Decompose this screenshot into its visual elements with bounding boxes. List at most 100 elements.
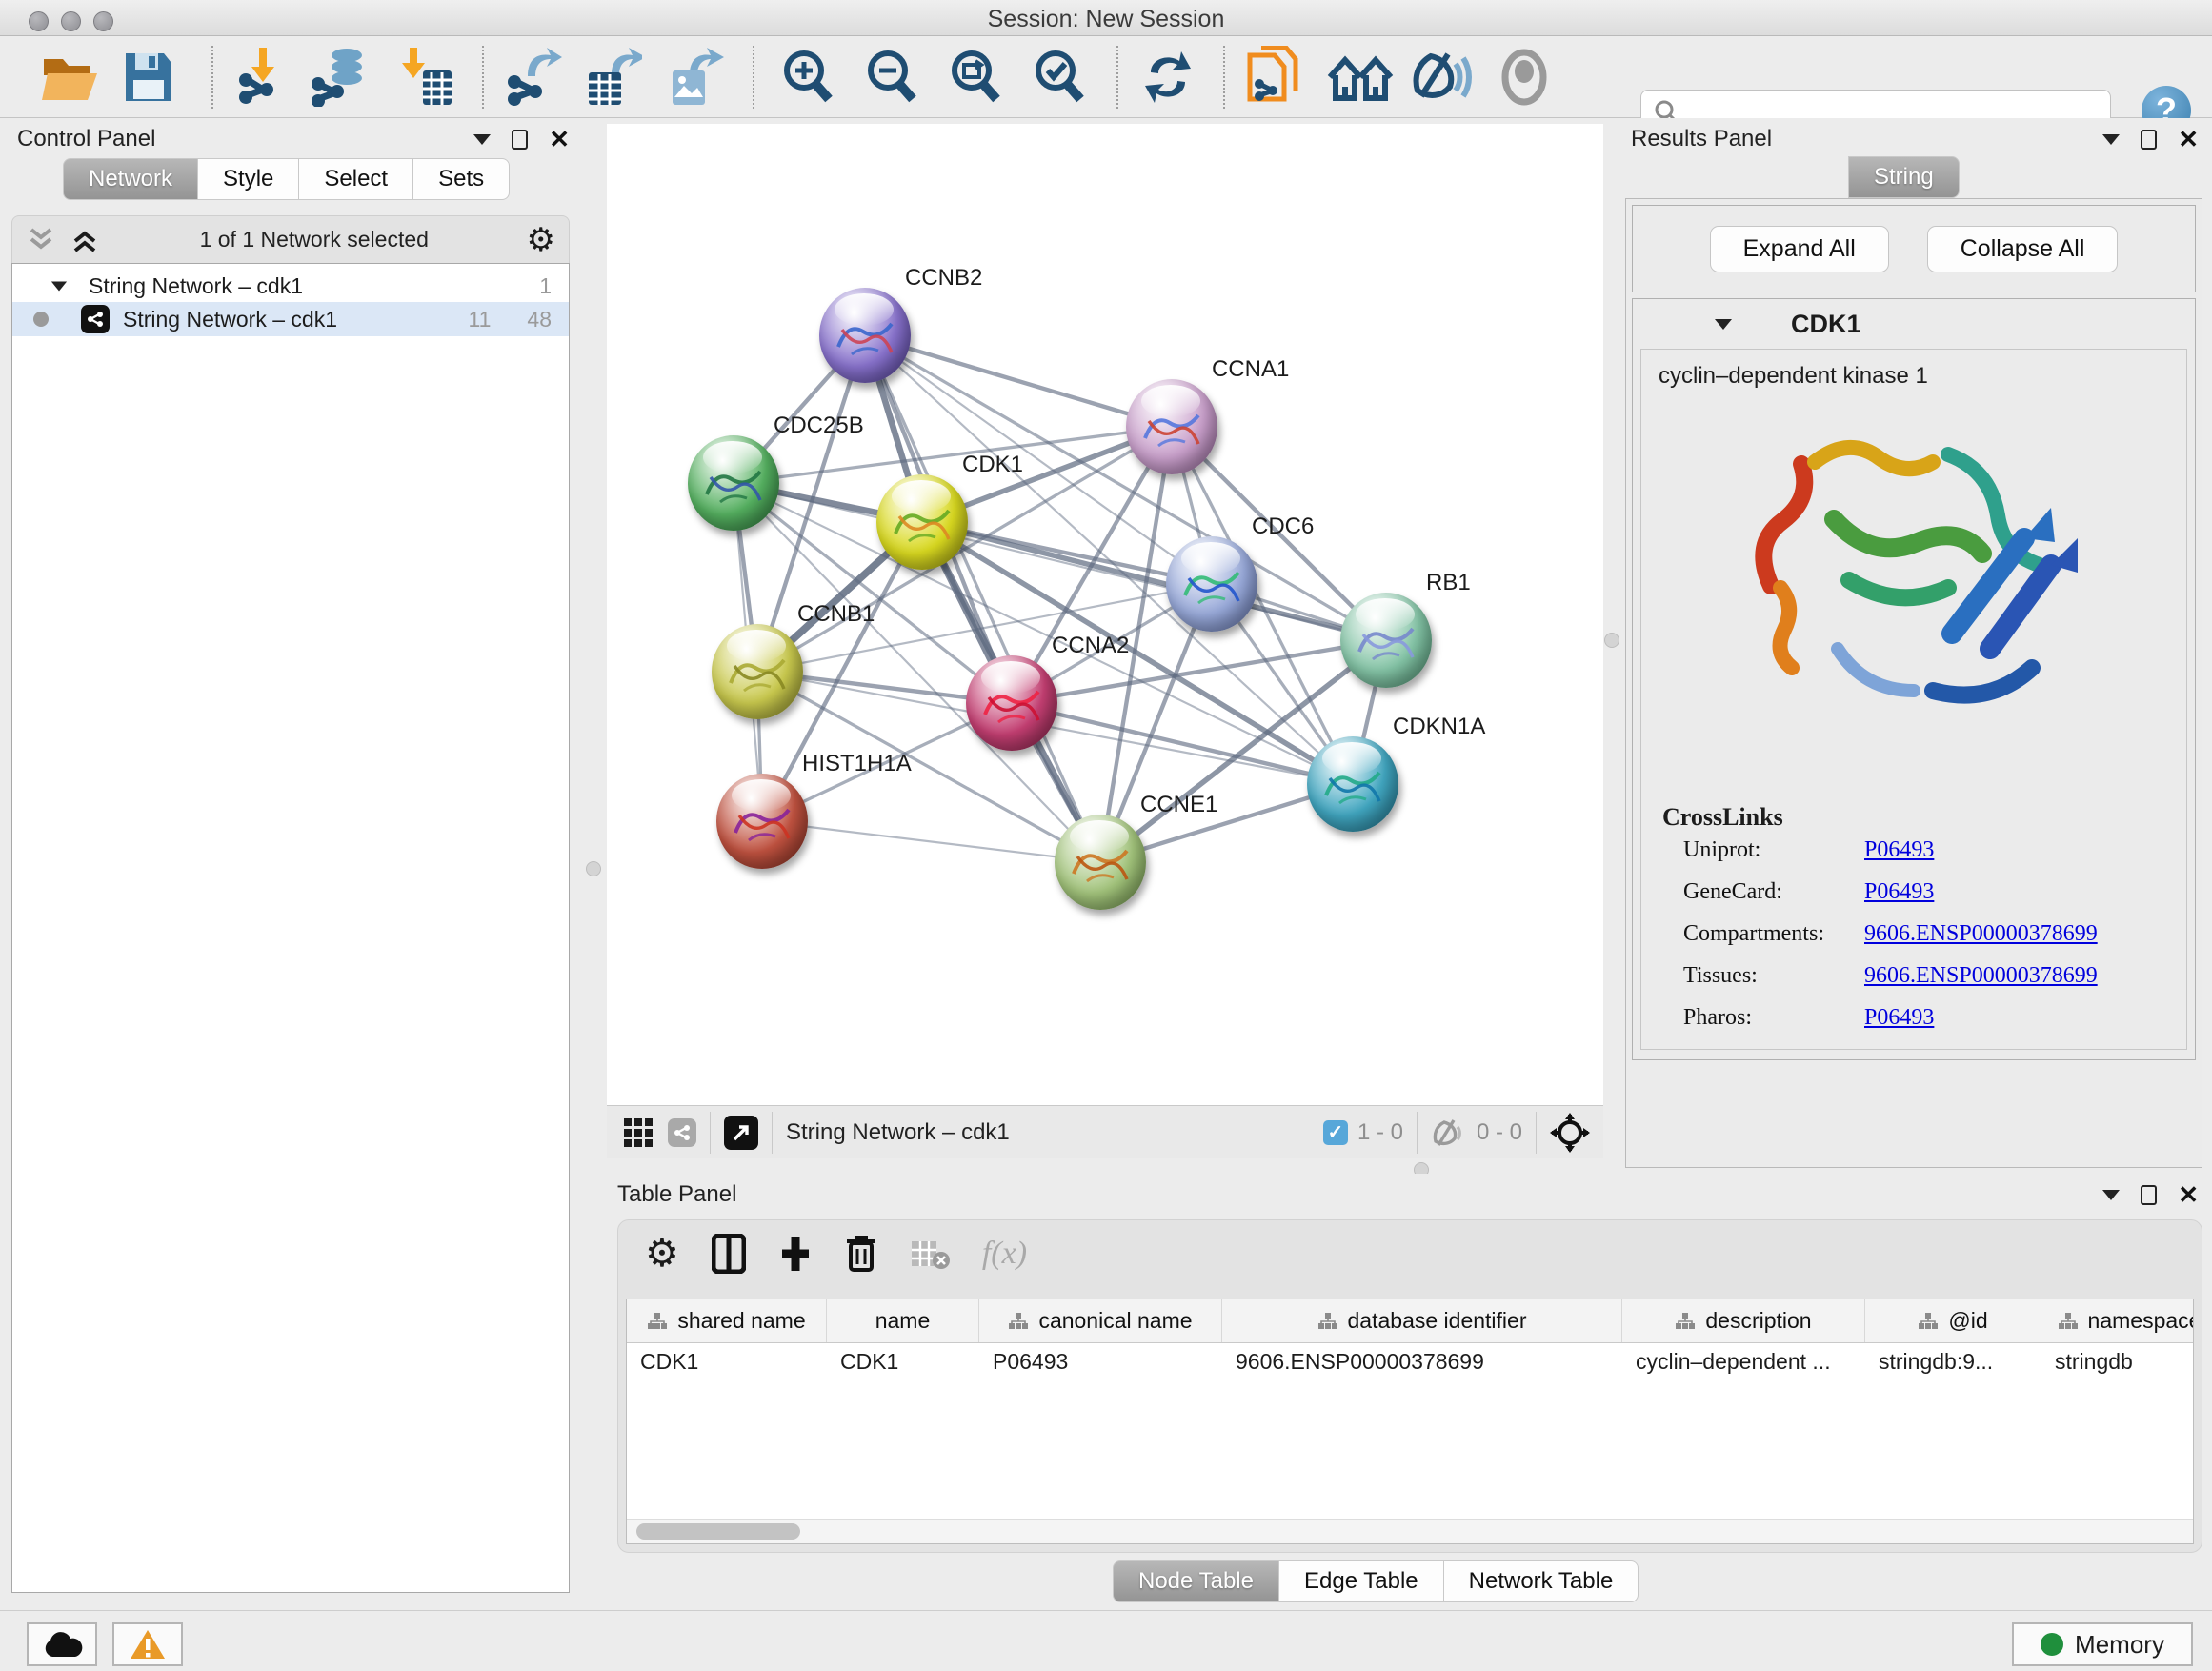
network-edge[interactable]	[865, 335, 1172, 427]
selected-checkbox-icon[interactable]: ✓	[1323, 1120, 1348, 1145]
network-node-cdc6[interactable]	[1166, 536, 1257, 632]
tab-select[interactable]: Select	[299, 158, 413, 200]
network-collection-row[interactable]: String Network – cdk1 1	[12, 268, 569, 302]
table-options-gear-icon[interactable]: ⚙	[645, 1239, 679, 1268]
open-folder-icon[interactable]	[40, 48, 101, 107]
table-cell[interactable]: stringdb	[2041, 1343, 2194, 1383]
node-table[interactable]: shared namename canonical name database …	[626, 1299, 2194, 1544]
export-image-icon[interactable]	[667, 48, 724, 107]
import-database-icon[interactable]	[312, 48, 375, 107]
column-header[interactable]: @id	[1865, 1299, 2041, 1342]
save-session-icon[interactable]	[122, 48, 175, 107]
import-table-icon[interactable]	[398, 48, 453, 107]
tab-network[interactable]: Network	[63, 158, 198, 200]
crosslink-link[interactable]: P06493	[1864, 1005, 1934, 1031]
first-neighbors-icon[interactable]	[1326, 48, 1395, 107]
memory-button[interactable]: Memory	[2012, 1622, 2193, 1666]
table-cell[interactable]: CDK1	[827, 1343, 979, 1383]
network-edge[interactable]	[762, 821, 1100, 862]
network-edge[interactable]	[865, 335, 1100, 862]
network-node-cdkn1a[interactable]	[1307, 736, 1398, 832]
table-cell[interactable]: stringdb:9...	[1865, 1343, 2041, 1383]
column-header[interactable]: description	[1622, 1299, 1865, 1342]
table-cell[interactable]: cyclin–dependent ...	[1622, 1343, 1865, 1383]
panel-menu-icon[interactable]	[2102, 134, 2120, 145]
network-canvas[interactable]: CCNB2 CCNA1 CDC25B CDK1 CDC6 RB1	[607, 124, 1603, 1105]
delete-column-icon[interactable]	[845, 1234, 877, 1274]
network-view-share-icon[interactable]	[668, 1118, 696, 1147]
birdseye-icon[interactable]	[1550, 1113, 1590, 1153]
column-header[interactable]: shared name	[627, 1299, 827, 1342]
crosslink-link[interactable]: P06493	[1864, 879, 1934, 905]
network-node-cdk1[interactable]	[876, 474, 968, 570]
hide-selected-icon[interactable]	[1410, 48, 1473, 107]
hidden-eye-icon[interactable]	[1431, 1118, 1467, 1147]
network-node-ccne1[interactable]	[1055, 815, 1146, 910]
table-row[interactable]: CDK1CDK1P064939606.ENSP00000378699cyclin…	[627, 1343, 2193, 1383]
crosslink-link[interactable]: P06493	[1864, 837, 1934, 863]
network-node-ccna1[interactable]	[1126, 379, 1217, 474]
export-network-icon[interactable]	[503, 48, 562, 107]
close-panel-icon[interactable]: ✕	[2178, 1185, 2199, 1204]
import-network-icon[interactable]	[234, 48, 293, 107]
cloud-status-button[interactable]	[27, 1622, 97, 1666]
node-label-ccna2: CCNA2	[1052, 633, 1129, 659]
tab-sets[interactable]: Sets	[413, 158, 510, 200]
float-panel-icon[interactable]	[2141, 130, 2157, 150]
column-header[interactable]: canonical name	[979, 1299, 1222, 1342]
expand-all-tree-icon[interactable]	[70, 226, 102, 254]
zoom-fit-icon[interactable]	[947, 48, 1004, 107]
function-builder-icon[interactable]: f(x)	[982, 1236, 1027, 1272]
network-node-ccnb1[interactable]	[712, 624, 803, 719]
session-snapshot-icon[interactable]	[1244, 48, 1303, 107]
tab-style[interactable]: Style	[198, 158, 299, 200]
network-node-cdc25b[interactable]	[688, 435, 779, 531]
left-splitter-handle[interactable]	[586, 861, 601, 876]
zoom-selected-icon[interactable]	[1031, 48, 1088, 107]
detach-view-icon[interactable]	[724, 1116, 758, 1150]
delete-table-icon[interactable]	[910, 1238, 950, 1270]
zoom-in-icon[interactable]	[779, 48, 836, 107]
network-edge[interactable]	[1012, 703, 1353, 784]
refresh-layout-icon[interactable]	[1139, 48, 1196, 107]
network-node-rb1[interactable]	[1340, 593, 1432, 688]
panel-menu-icon[interactable]	[473, 134, 491, 145]
table-hscroll-thumb[interactable]	[636, 1523, 800, 1540]
tab-edge-table[interactable]: Edge Table	[1279, 1560, 1444, 1602]
collapse-all-tree-icon[interactable]	[26, 226, 58, 254]
network-options-gear-icon[interactable]: ⚙	[527, 226, 555, 254]
add-column-icon[interactable]	[778, 1235, 813, 1273]
tab-node-table[interactable]: Node Table	[1113, 1560, 1279, 1602]
float-panel-icon[interactable]	[512, 130, 528, 150]
warnings-button[interactable]	[112, 1622, 183, 1666]
table-hscrollbar[interactable]	[627, 1519, 2193, 1543]
export-table-icon[interactable]	[583, 48, 642, 107]
close-panel-icon[interactable]: ✕	[549, 130, 570, 149]
table-cell[interactable]: 9606.ENSP00000378699	[1222, 1343, 1622, 1383]
panel-menu-icon[interactable]	[2102, 1190, 2120, 1200]
column-header[interactable]: database identifier	[1222, 1299, 1622, 1342]
close-panel-icon[interactable]: ✕	[2178, 130, 2199, 149]
tab-network-table[interactable]: Network Table	[1444, 1560, 1639, 1602]
collection-expander-icon[interactable]	[51, 281, 67, 291]
network-node-ccnb2[interactable]	[819, 288, 911, 383]
network-node-ccna2[interactable]	[966, 655, 1057, 751]
collapse-all-button[interactable]: Collapse All	[1927, 226, 2119, 272]
crosslink-link[interactable]: 9606.ENSP00000378699	[1864, 963, 2098, 989]
right-splitter-handle[interactable]	[1604, 633, 1619, 648]
table-cell[interactable]: CDK1	[627, 1343, 827, 1383]
show-all-icon[interactable]	[1496, 48, 1553, 107]
tab-string[interactable]: String	[1848, 156, 1960, 198]
entry-collapse-icon[interactable]	[1715, 319, 1732, 330]
grid-view-icon[interactable]	[622, 1117, 654, 1149]
column-header[interactable]: namespace	[2041, 1299, 2194, 1342]
float-panel-icon[interactable]	[2141, 1185, 2157, 1205]
column-header[interactable]: name	[827, 1299, 979, 1342]
show-columns-icon[interactable]	[712, 1234, 746, 1274]
network-node-hist1h1a[interactable]	[716, 774, 808, 869]
crosslink-link[interactable]: 9606.ENSP00000378699	[1864, 921, 2098, 947]
expand-all-button[interactable]: Expand All	[1710, 226, 1889, 272]
network-row[interactable]: String Network – cdk1 11 48	[12, 302, 569, 336]
zoom-out-icon[interactable]	[863, 48, 920, 107]
table-cell[interactable]: P06493	[979, 1343, 1222, 1383]
